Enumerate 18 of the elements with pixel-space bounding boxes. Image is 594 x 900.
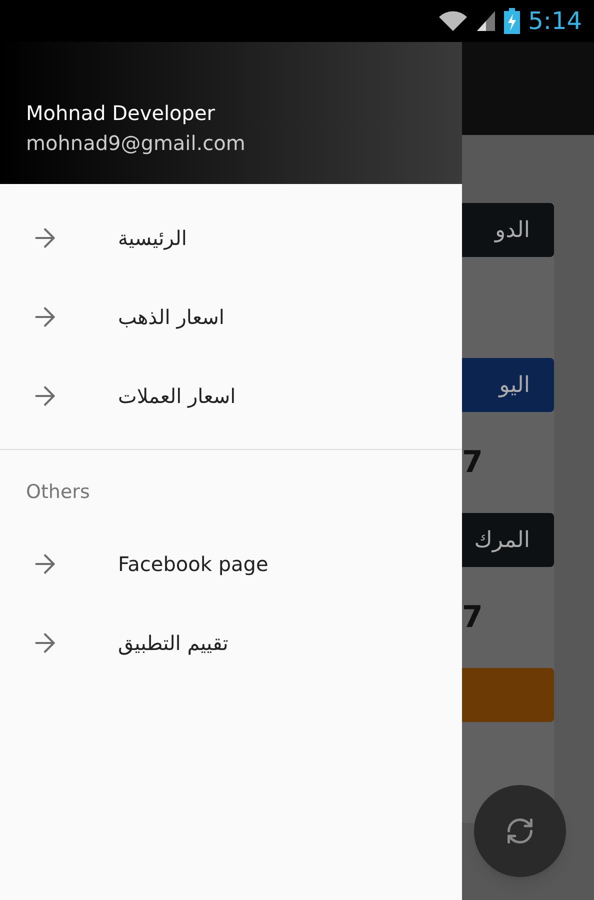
drawer-item[interactable]: Facebook page <box>0 524 462 604</box>
card-header: الدو <box>462 203 554 257</box>
battery-icon <box>504 8 520 34</box>
card-value: 7 <box>462 444 483 482</box>
user-email: mohnad9@gmail.com <box>26 130 246 157</box>
drawer-item[interactable]: اسعار الذهب <box>0 277 462 356</box>
refresh-icon <box>505 816 535 846</box>
drawer-item[interactable]: اسعار العملات <box>0 356 462 435</box>
signal-icon <box>476 10 496 32</box>
drawer-item[interactable]: الرئيسية <box>0 198 462 277</box>
card-header: اليو <box>462 358 554 412</box>
card-header: المرك <box>462 513 554 567</box>
card-value: 7 <box>462 599 483 637</box>
section-title: Others <box>25 480 91 505</box>
wifi-icon <box>438 10 468 32</box>
status-time: 5:14 <box>528 6 582 37</box>
user-name: Mohnad Developer <box>26 100 216 127</box>
drawer-item[interactable]: تقييم التطبيق <box>0 604 462 682</box>
